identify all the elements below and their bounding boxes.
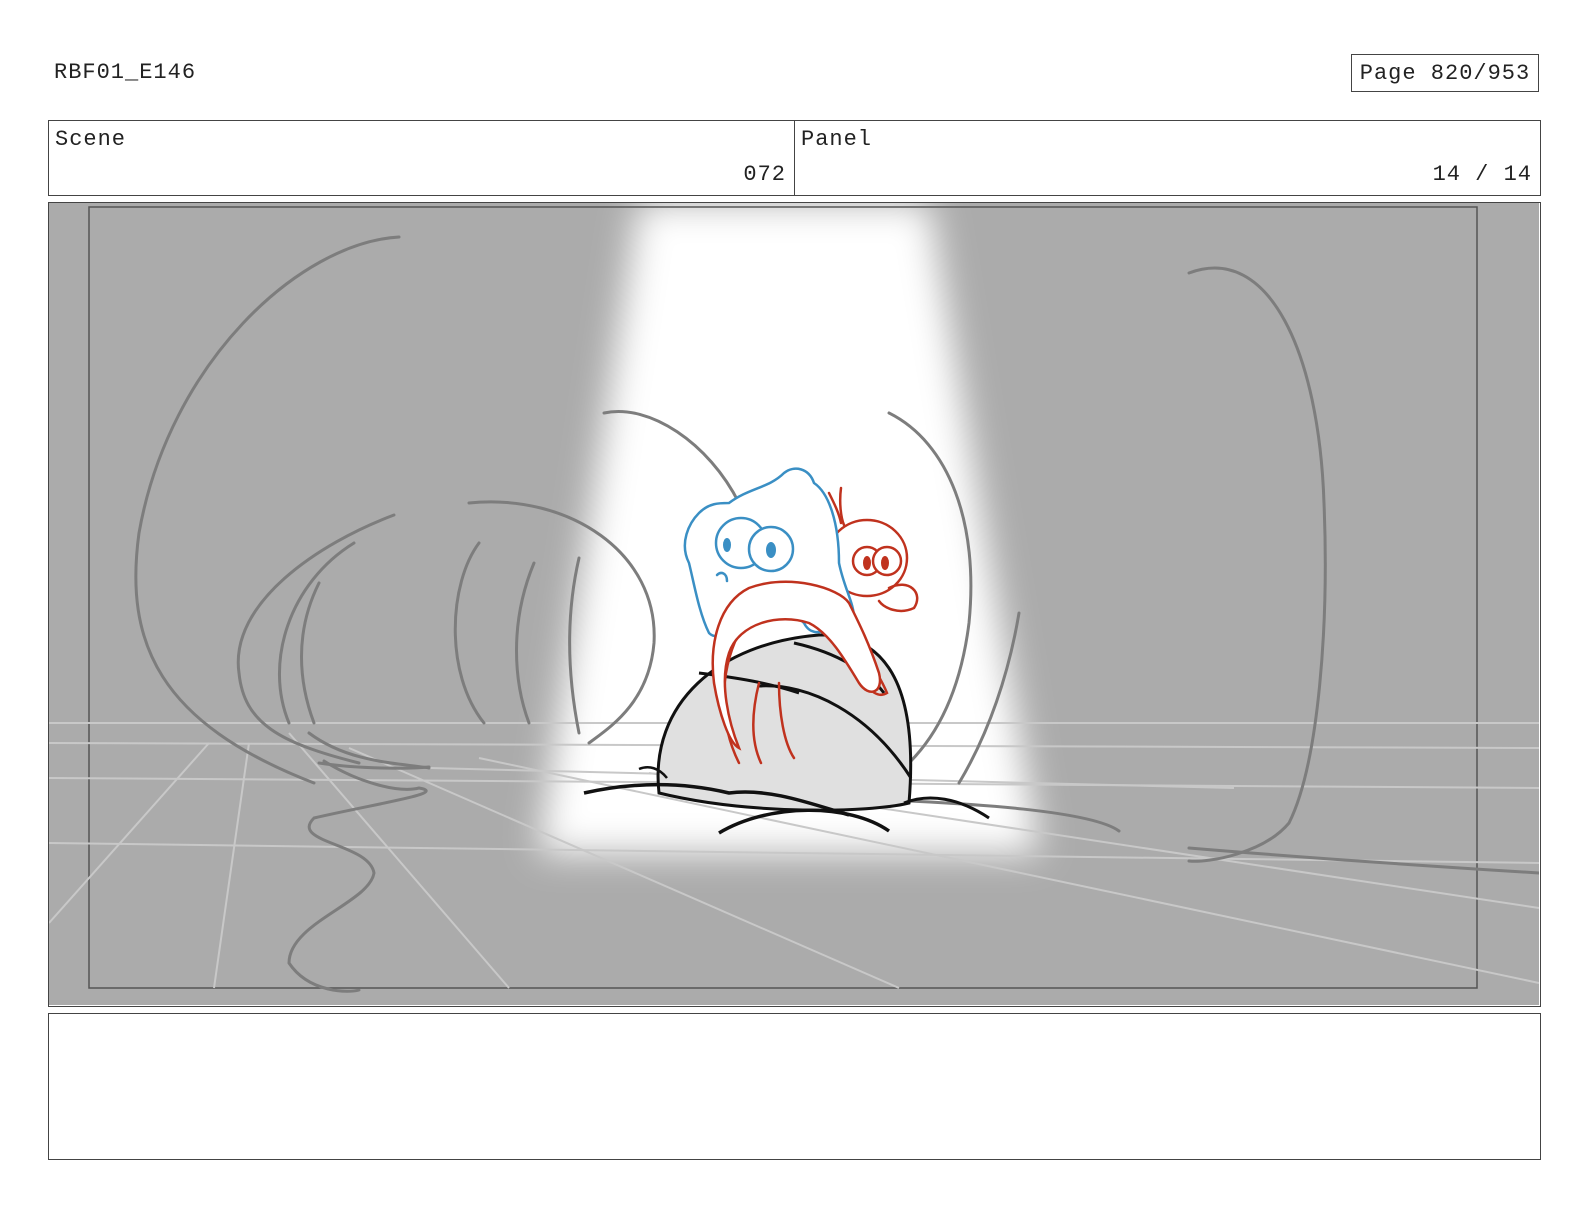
panel-cell: Panel 14 / 14 <box>794 121 1540 195</box>
scene-panel-header: Scene 072 Panel 14 / 14 <box>48 120 1541 196</box>
panel-label: Panel <box>801 127 873 152</box>
document-id: RBF01_E146 <box>54 60 197 85</box>
storyboard-panel <box>48 202 1541 1007</box>
scene-label: Scene <box>55 127 127 152</box>
panel-number: 14 / 14 <box>1432 162 1532 187</box>
page-number: Page 820/953 <box>1351 54 1539 92</box>
storyboard-drawing <box>49 203 1539 1005</box>
notes-box <box>48 1013 1541 1160</box>
scene-cell: Scene 072 <box>49 121 794 195</box>
scene-number: 072 <box>743 162 786 187</box>
